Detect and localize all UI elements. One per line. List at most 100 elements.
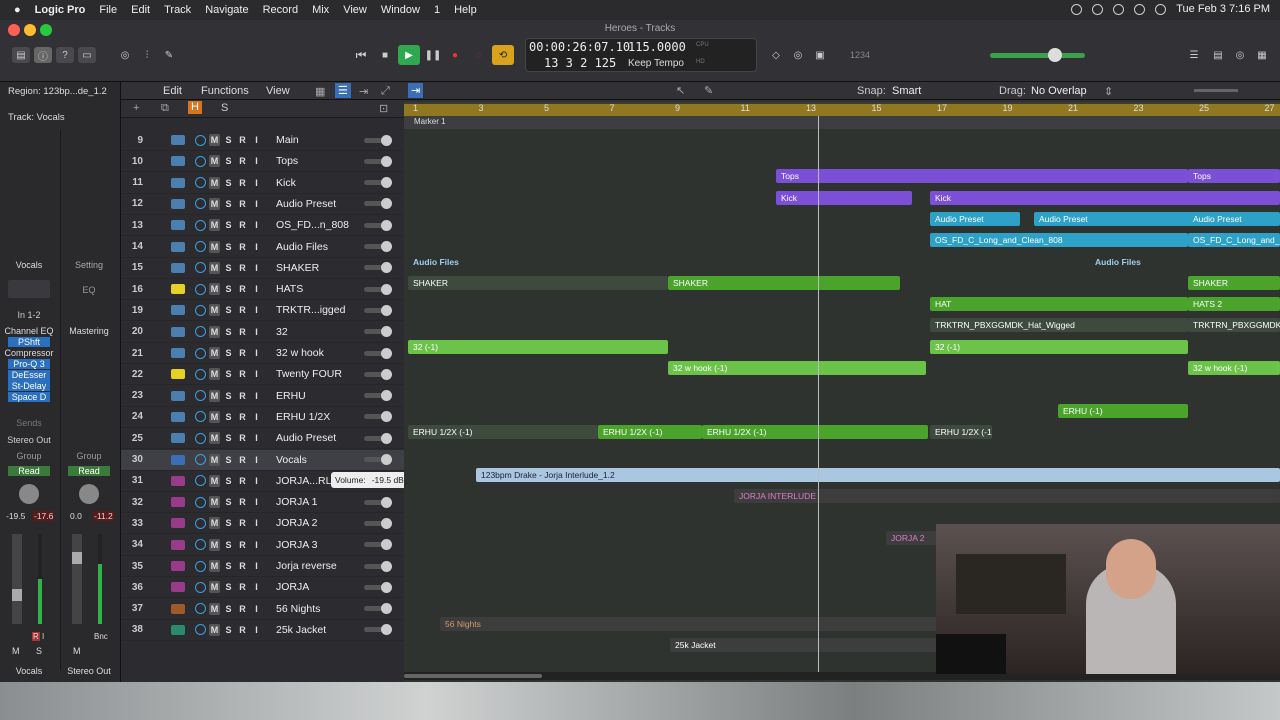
region-audio-preset[interactable]: Audio Preset — [1034, 211, 1190, 226]
track-icon[interactable] — [171, 390, 185, 401]
list-editors-icon[interactable]: ☰ — [1186, 47, 1202, 63]
region-hook[interactable]: 32 w hook (-1) — [1188, 361, 1280, 375]
track-row[interactable]: 24 M S R I ERHU 1/2X — [121, 406, 404, 428]
record-button[interactable]: R — [237, 198, 248, 210]
solo-button[interactable]: S — [223, 454, 234, 466]
eq-button[interactable]: EQ — [64, 285, 114, 295]
volume-slider[interactable] — [364, 390, 392, 402]
input-monitor-button[interactable]: I — [251, 411, 262, 423]
track-name[interactable]: Tops — [276, 155, 356, 167]
record-button[interactable]: R — [237, 411, 248, 423]
search-icon[interactable] — [1155, 3, 1167, 15]
region-audio-files[interactable]: Audio Files — [1090, 255, 1150, 269]
record-button[interactable]: R — [237, 326, 248, 338]
loops-icon[interactable]: ◎ — [1232, 47, 1248, 63]
volume-knob[interactable] — [381, 368, 392, 380]
region-trktrn[interactable]: TRKTRN_PBXGGMDK_Hat_Wigged — [930, 318, 1188, 333]
region-audio-preset[interactable]: Audio Preset — [930, 211, 1020, 226]
group-slot[interactable]: Group — [4, 451, 54, 461]
track-name[interactable]: Audio Files — [276, 241, 356, 253]
solo-button[interactable]: S — [223, 390, 234, 402]
region-interlude[interactable]: JORJA INTERLUDE — [734, 488, 1280, 503]
mute-button[interactable]: M — [209, 496, 220, 509]
input-monitor-button[interactable]: I — [251, 134, 262, 146]
bounce-button[interactable]: Bnc — [94, 632, 108, 641]
cycle-button[interactable]: ⟲ — [492, 45, 514, 65]
track-row[interactable]: 14 M S R I Audio Files — [121, 236, 404, 258]
grid-icon[interactable]: ▦ — [315, 85, 325, 98]
region-vocal[interactable]: 123bpm Drake - Jorja Interlude_1.2 — [476, 467, 1280, 482]
mute-button[interactable]: M — [209, 325, 220, 338]
volume-slider[interactable] — [364, 134, 392, 146]
input-monitor-button[interactable]: I — [251, 539, 262, 551]
record-button[interactable]: R — [237, 539, 248, 551]
master-volume-slider[interactable] — [990, 53, 1085, 58]
region-kick[interactable]: Kick — [930, 190, 1280, 205]
input-monitor-button[interactable]: I — [251, 560, 262, 572]
record-button[interactable]: R — [237, 475, 248, 487]
notes-icon[interactable]: ▤ — [1210, 47, 1226, 63]
track-icon[interactable] — [171, 198, 185, 209]
track-icon[interactable] — [171, 518, 185, 529]
volume-slider[interactable] — [364, 262, 392, 274]
region-shaker[interactable]: SHAKER — [1188, 275, 1280, 290]
mute-button[interactable]: M — [209, 347, 220, 359]
record-button[interactable]: R — [237, 624, 248, 636]
track-icon[interactable] — [171, 348, 185, 358]
volume-slider[interactable] — [364, 539, 392, 551]
volume-fader-2[interactable] — [72, 534, 82, 624]
record-enable-button[interactable]: R — [32, 632, 40, 641]
marquee-icon[interactable]: ⇥ — [408, 83, 424, 98]
volume-slider[interactable] — [364, 219, 392, 231]
power-icon[interactable] — [195, 241, 206, 252]
output-slot[interactable]: Stereo Out — [4, 435, 54, 445]
volume-knob[interactable] — [381, 581, 392, 593]
functions-menu[interactable]: Functions — [201, 85, 249, 97]
solo-button[interactable]: S — [223, 624, 234, 636]
mute-button[interactable]: M — [209, 176, 220, 189]
track-name[interactable]: JORJA 1 — [276, 496, 356, 508]
plugin-space-d[interactable]: Space D — [8, 392, 50, 402]
volume-knob[interactable] — [381, 241, 392, 252]
track-icon[interactable] — [171, 241, 185, 252]
track-icon[interactable] — [171, 411, 185, 422]
apple-icon[interactable]: ● — [14, 4, 21, 16]
track-icon[interactable] — [171, 624, 185, 635]
record-button[interactable]: R — [237, 283, 248, 295]
input-monitor-button[interactable]: I — [251, 219, 262, 231]
solo-button[interactable]: S — [223, 496, 234, 508]
master-volume-knob[interactable] — [1048, 48, 1062, 62]
region-erhu-half[interactable]: ERHU 1/2X (-1) — [930, 424, 992, 439]
power-icon[interactable] — [195, 304, 206, 316]
track-row[interactable]: 35 M S R I Jorja reverse — [121, 556, 404, 577]
region-erhu[interactable]: ERHU (-1) — [1058, 403, 1188, 418]
track-row[interactable]: 34 M S R I JORJA 3 — [121, 534, 404, 556]
power-icon[interactable] — [195, 134, 206, 146]
power-icon[interactable] — [195, 219, 206, 231]
solo-button[interactable]: S — [223, 517, 234, 529]
mute-button[interactable]: M — [209, 474, 220, 487]
plugin-pro-q[interactable]: Pro-Q 3 — [8, 359, 50, 369]
automation-mode[interactable]: Read — [8, 466, 50, 476]
input-monitor-button[interactable]: I — [251, 155, 262, 167]
track-name[interactable]: 32 — [276, 326, 356, 338]
input-slot[interactable]: In 1-2 — [4, 310, 54, 320]
track-inspector-header[interactable]: Track: Vocals — [8, 112, 65, 123]
track-name[interactable]: Jorja reverse — [276, 560, 356, 572]
mixer-icon[interactable]: ⫶ — [138, 47, 156, 63]
volume-slider[interactable] — [364, 624, 392, 636]
track-row[interactable]: 33 M S R I JORJA 2 — [121, 513, 404, 535]
input-monitor-button[interactable]: I — [251, 326, 262, 338]
region-shaker[interactable]: SHAKER — [668, 275, 900, 290]
volume-fader[interactable] — [12, 534, 22, 624]
mute-button[interactable]: M — [209, 197, 220, 210]
track-name[interactable]: Audio Preset — [276, 198, 356, 210]
volume-knob[interactable] — [381, 603, 392, 615]
volume-knob[interactable] — [381, 496, 392, 508]
volume-knob[interactable] — [381, 198, 392, 210]
region-tops[interactable]: Tops — [776, 169, 1188, 184]
eq-thumbnail[interactable] — [8, 280, 50, 298]
input-monitor-button[interactable]: I — [251, 198, 262, 210]
playhead[interactable] — [818, 116, 819, 676]
mute-button[interactable]: M — [209, 155, 220, 168]
